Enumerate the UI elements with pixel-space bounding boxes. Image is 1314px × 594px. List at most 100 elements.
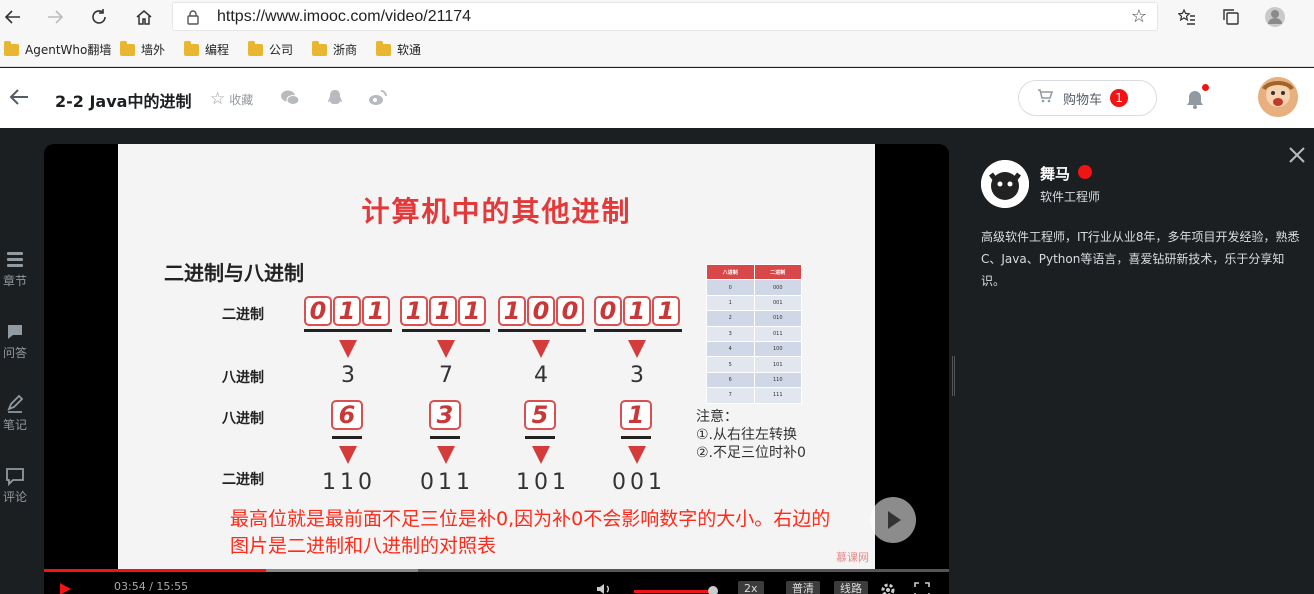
time-display: 03:54 / 15:55 [114,580,189,593]
binary-group: 011 [420,470,474,495]
binary-group: 101 [516,470,570,495]
row-label-binary2: 二进制 [222,472,264,488]
table-row: 7 111 [706,387,802,404]
binary-digit-box: 1 [652,296,680,326]
browser-toolbar: https://www.imooc.com/video/21174 ☆ [0,0,1314,33]
bookmarks-bar: AgentWho翻墙 墙外 编程 公司 浙商 软通 [0,33,1314,67]
bookmark-folder[interactable]: 软通 [376,40,421,58]
folder-icon [184,40,199,56]
octal-box: 3 [429,400,461,430]
wechat-icon[interactable] [280,88,300,108]
arrow-down [532,340,550,358]
route-button[interactable]: 线路 [834,581,868,594]
table-row: 6 110 [706,371,802,389]
collections-icon[interactable] [1218,4,1244,30]
video-subtitle: 最高位就是最前面不足三位是补0,因为补0不会影响数字的大小。右边的 图片是二进制… [230,508,831,557]
binary-digit-box: 1 [362,296,390,326]
profile-icon[interactable] [1262,4,1288,30]
bookmark-folder[interactable]: 公司 [248,40,293,58]
teacher-name: 舞马 [1040,165,1071,183]
quality-button[interactable]: 普清 [786,581,820,594]
fullscreen-icon[interactable] [914,582,930,594]
lock-icon [187,10,199,25]
table-cell: 101 [753,356,802,373]
volume-icon[interactable] [596,582,612,594]
binary-digit-box: 0 [304,296,332,326]
arrow-down [437,446,455,464]
progress-bar[interactable] [44,569,949,572]
table-row: 0 000 [706,279,802,296]
favorite-button[interactable]: ☆ 收藏 [210,89,253,109]
video-player[interactable]: 计算机中的其他进制 二进制与八进制 二进制 八进制 八进制 二进制 011111… [44,144,949,594]
octal-value: 3 [341,363,355,388]
binary-digit-box: 1 [458,296,486,326]
table-cell: 010 [753,310,802,327]
panel-resize-handle[interactable] [952,356,955,396]
table-cell: 0 [706,279,755,296]
octal-underline [332,436,362,439]
table-cell: 3 [706,325,755,342]
table-cell: 001 [753,294,802,312]
address-bar[interactable]: https://www.imooc.com/video/21174 ☆ [172,2,1158,31]
arrow-down [628,340,646,358]
arrow-down [339,446,357,464]
octal-underline [430,436,460,439]
rail-comments[interactable]: 评论 [0,466,30,505]
course-title: 2-2 Java中的进制 [55,92,192,111]
rail-qa[interactable]: 问答 [0,322,30,361]
bookmark-folder[interactable]: 墙外 [120,40,165,58]
rail-chapters[interactable]: 章节 [0,250,30,289]
reload-icon[interactable] [86,4,112,30]
back-icon[interactable] [0,4,26,30]
verified-badge-icon [1078,165,1092,179]
star-icon: ☆ [210,89,226,109]
weibo-icon[interactable] [368,88,388,108]
notification-dot [1202,84,1209,91]
user-avatar[interactable] [1258,77,1298,117]
octal-box: 1 [620,400,652,430]
octal-value: 3 [630,363,644,388]
teacher-avatar[interactable] [981,160,1029,208]
octal-underline [525,436,555,439]
slide-title: 计算机中的其他进制 [361,195,632,228]
slide-subtitle: 二进制与八进制 [164,261,304,285]
table-header: 二进制 [753,263,802,281]
favorite-star-icon[interactable]: ☆ [1131,6,1147,27]
qa-icon [8,325,22,339]
folder-icon [312,40,327,56]
octal-value: 4 [534,363,548,388]
home-icon[interactable] [131,4,157,30]
slide-note: 注意： ①.从右往左转换 ②.不足三位时补0 [696,409,806,461]
settings-gear-icon[interactable] [880,582,896,594]
bookmark-folder[interactable]: 浙商 [312,40,357,58]
volume-knob[interactable] [708,586,718,594]
bookmark-folder[interactable]: 编程 [184,40,229,58]
group-underline [402,329,490,332]
group-underline [304,329,392,332]
teacher-bio: 高级软件工程师，IT行业从业8年，多年项目开发经验，熟悉C、Java、Pytho… [981,230,1300,288]
close-icon[interactable] [1288,146,1306,164]
arrow-down [339,340,357,358]
rail-notes[interactable]: 笔记 [0,394,30,433]
big-play-icon[interactable] [870,497,916,543]
back-arrow-icon[interactable] [8,86,30,108]
qq-icon[interactable] [325,88,345,108]
binary-group: 001 [612,470,666,495]
notes-icon [7,394,24,413]
binary-digit-box: 1 [498,296,526,326]
octal-underline [621,436,651,439]
bell-icon[interactable] [1184,88,1206,110]
binary-digit-box: 1 [400,296,428,326]
arrow-down [532,446,550,464]
play-icon[interactable] [58,582,72,594]
octal-box: 5 [524,400,556,430]
volume-slider[interactable] [634,590,714,593]
bookmark-folder[interactable]: AgentWho翻墙 [4,40,111,58]
table-cell: 4 [706,340,755,358]
speed-button[interactable]: 2x [738,581,764,594]
forward-icon[interactable] [42,4,68,30]
cart-button[interactable]: 购物车 1 [1018,80,1157,116]
binary-digit-box: 1 [333,296,361,326]
favorites-icon[interactable] [1174,4,1200,30]
arrow-down [437,340,455,358]
